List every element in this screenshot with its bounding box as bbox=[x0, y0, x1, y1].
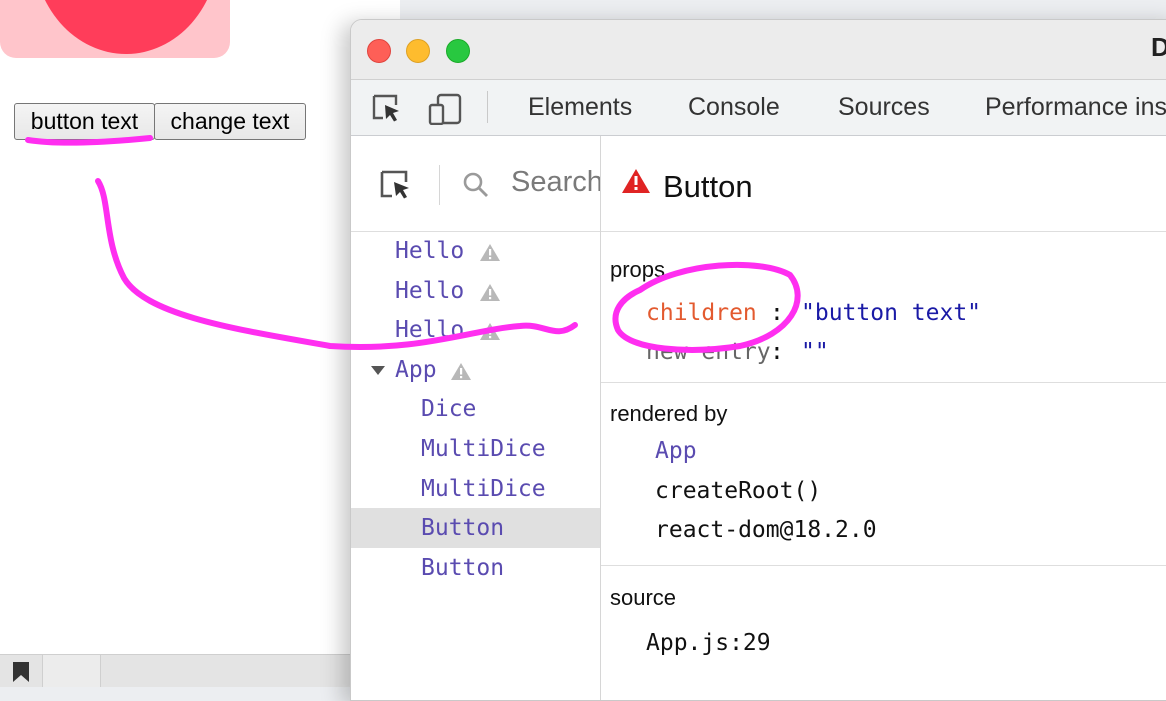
prop-colon: : bbox=[770, 300, 784, 326]
tree-item-multidice[interactable]: MultiDice bbox=[351, 429, 600, 469]
expand-caret-icon[interactable] bbox=[371, 366, 385, 375]
warning-icon bbox=[480, 244, 500, 261]
rendered-by-react-dom: react-dom@18.2.0 bbox=[655, 517, 877, 543]
tab-sources[interactable]: Sources bbox=[838, 93, 930, 122]
rendered-by-app[interactable]: App bbox=[655, 438, 697, 464]
dice-container bbox=[0, 0, 230, 58]
dock-strip bbox=[0, 654, 400, 687]
tree-item-label: Button bbox=[421, 515, 505, 541]
tree-toolbar-divider bbox=[439, 165, 440, 205]
bookmark-icon[interactable] bbox=[12, 661, 30, 683]
tree-item-button[interactable]: Button bbox=[351, 548, 600, 588]
section-divider bbox=[601, 382, 1166, 383]
search-icon bbox=[463, 172, 488, 197]
tree-item-hello[interactable]: Hello bbox=[351, 271, 600, 311]
maximize-window-button[interactable] bbox=[446, 39, 470, 63]
search-input[interactable]: Search bbox=[511, 166, 600, 199]
props-heading: props bbox=[610, 257, 666, 282]
inspect-element-icon[interactable] bbox=[371, 93, 403, 123]
warning-icon bbox=[451, 363, 471, 380]
rendered-by-createroot: createRoot() bbox=[655, 478, 822, 504]
tree-item-button-selected[interactable]: Button bbox=[351, 508, 600, 548]
section-divider bbox=[601, 565, 1166, 566]
new-entry-value[interactable]: "" bbox=[801, 339, 829, 365]
tree-item-app[interactable]: App bbox=[351, 350, 600, 390]
tab-console[interactable]: Console bbox=[688, 93, 780, 122]
tree-item-label: Button bbox=[421, 555, 505, 581]
source-heading: source bbox=[610, 585, 677, 610]
tree-item-hello[interactable]: Hello bbox=[351, 231, 600, 271]
tab-elements[interactable]: Elements bbox=[528, 93, 632, 122]
tree-item-label: Hello bbox=[395, 278, 465, 304]
source-location[interactable]: App.js:29 bbox=[646, 630, 771, 656]
details-header: Button bbox=[601, 136, 1166, 232]
warning-icon bbox=[480, 284, 500, 301]
tree-item-label: MultiDice bbox=[421, 476, 546, 502]
tree-item-dice[interactable]: Dice bbox=[351, 389, 600, 429]
device-toolbar-icon[interactable] bbox=[428, 93, 464, 125]
change-text-button[interactable]: change text bbox=[154, 103, 306, 140]
dice-dot bbox=[33, 0, 219, 54]
window-titlebar: D bbox=[351, 20, 1166, 79]
selected-component-title: Button bbox=[663, 169, 753, 204]
app-page: button text change text bbox=[0, 0, 400, 654]
tree-item-label: Dice bbox=[421, 396, 477, 422]
toolbar-divider bbox=[487, 91, 488, 123]
prop-value[interactable]: "button text" bbox=[801, 300, 981, 326]
minimize-window-button[interactable] bbox=[406, 39, 430, 63]
window-title: D bbox=[1151, 32, 1166, 63]
warning-icon bbox=[480, 323, 500, 340]
new-entry-key[interactable]: new entry bbox=[646, 339, 771, 365]
component-tree: Search Hello Hello Hello App Dice MultiD… bbox=[351, 136, 601, 700]
tree-item-multidice[interactable]: MultiDice bbox=[351, 469, 600, 509]
prop-key: children bbox=[646, 300, 757, 326]
error-warning-icon bbox=[622, 169, 650, 193]
devtools-tabbar: Elements Console Sources Performance ins bbox=[351, 79, 1166, 136]
tree-item-label: Hello bbox=[395, 317, 465, 343]
component-details: Button props children : "button text" ne… bbox=[601, 136, 1166, 700]
tab-performance-insights[interactable]: Performance ins bbox=[985, 93, 1166, 122]
close-window-button[interactable] bbox=[367, 39, 391, 63]
dock-tab[interactable] bbox=[42, 655, 101, 687]
devtools-window: D Elements Console Sources Performance i… bbox=[350, 19, 1166, 701]
tree-item-hello[interactable]: Hello bbox=[351, 310, 600, 350]
rendered-by-heading: rendered by bbox=[610, 401, 728, 426]
tree-item-label: Hello bbox=[395, 238, 465, 264]
tree-item-label: MultiDice bbox=[421, 436, 546, 462]
prop-colon: : bbox=[770, 339, 784, 365]
button-text-button[interactable]: button text bbox=[14, 103, 155, 140]
select-component-icon[interactable] bbox=[379, 169, 413, 201]
tree-item-label: App bbox=[395, 357, 437, 383]
tree-toolbar: Search bbox=[351, 136, 600, 232]
